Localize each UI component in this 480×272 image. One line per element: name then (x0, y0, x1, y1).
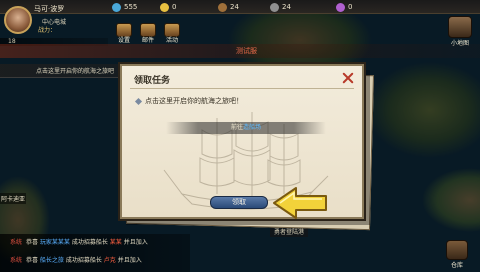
gem-icon (336, 2, 345, 12)
wood-icon (218, 2, 227, 12)
goto-target: 造船场 (243, 124, 262, 131)
resource-water: 555 (112, 2, 148, 12)
mail-label: 邮件 (141, 37, 154, 44)
chat-message: 系统 恭喜 船长之旅 成功招募船长 卢克 并且加入 (10, 255, 142, 264)
minimap-button[interactable]: 小地图 (446, 16, 474, 47)
chat-player: 玩家某某某 (39, 239, 70, 246)
resource-value: 555 (124, 3, 138, 11)
stone-icon (270, 2, 279, 12)
gold-coin-icon (160, 2, 169, 12)
banner-text: 测试服 (236, 47, 257, 55)
resource-stone: 24 (270, 2, 306, 12)
chat-item: 卢克 (103, 257, 116, 264)
water-icon (112, 2, 121, 12)
chat-player: 船长之旅 (39, 257, 64, 264)
chat-text: 恭喜 (25, 239, 38, 246)
player-power: 战力： (38, 27, 57, 34)
chat-message: 系统 恭喜 玩家某某某 成功招募船长 某某 并且加入 (10, 237, 148, 246)
chest-icon (446, 240, 468, 260)
quest-description-text: 点击这里开启你的航海之旅吧！ (145, 97, 243, 105)
warehouse-button[interactable]: 仓库 (444, 240, 470, 269)
close-icon[interactable] (341, 71, 355, 85)
events-button[interactable]: 活动 (162, 23, 182, 45)
resource-value: 24 (230, 3, 239, 11)
goto-prefix: 前往 (230, 124, 243, 131)
warehouse-label: 仓库 (450, 262, 463, 269)
settings-label: 设置 (117, 37, 130, 44)
diamond-bullet-icon (134, 97, 143, 105)
chat-text: 成功招募船长 (71, 239, 108, 246)
resource-value: 24 (282, 3, 291, 11)
events-label: 活动 (165, 37, 178, 44)
dialog-title: 领取任务 (134, 76, 171, 86)
resource-wood: 24 (218, 2, 254, 12)
resource-value: 0 (172, 3, 177, 11)
server-banner: 测试服 (0, 44, 480, 58)
resource-gem: 0 (336, 2, 372, 12)
chat-tag: 系统 (10, 239, 23, 246)
player-name: 马可·波罗 (34, 5, 65, 13)
chat-text: 恭喜 (25, 257, 38, 264)
chat-item: 某某 (109, 239, 122, 246)
chat-panel[interactable]: 系统 恭喜 玩家某某某 成功招募船长 某某 并且加入 系统 恭喜 船长之旅 成功… (0, 234, 190, 272)
chat-text: 成功招募船长 (65, 257, 102, 264)
quest-tracker[interactable]: 点击这里开启你的航海之旅吧 (0, 64, 130, 78)
quest-tracker-text: 点击这里开启你的航海之旅吧 (36, 68, 115, 75)
tutorial-pointer-arrow-icon (273, 187, 327, 219)
minimap-icon (448, 16, 472, 38)
chat-text: 并且加入 (123, 239, 148, 246)
goto-shipyard-link[interactable]: 前往造船场 (166, 122, 326, 134)
resource-value: 0 (348, 3, 353, 11)
mail-button[interactable]: 邮件 (138, 23, 158, 45)
quest-description: 点击这里开启你的航海之旅吧！ (134, 96, 243, 106)
chat-tag: 系统 (10, 257, 23, 264)
resource-gold: 0 (160, 2, 196, 12)
player-avatar[interactable] (4, 6, 32, 34)
claim-button[interactable]: 领取 (210, 196, 268, 209)
title-divider (130, 88, 354, 89)
region-label-left[interactable]: 阿卡迪亚 (0, 193, 26, 204)
chat-text: 并且加入 (117, 257, 142, 264)
settings-button[interactable]: 设置 (114, 23, 134, 45)
